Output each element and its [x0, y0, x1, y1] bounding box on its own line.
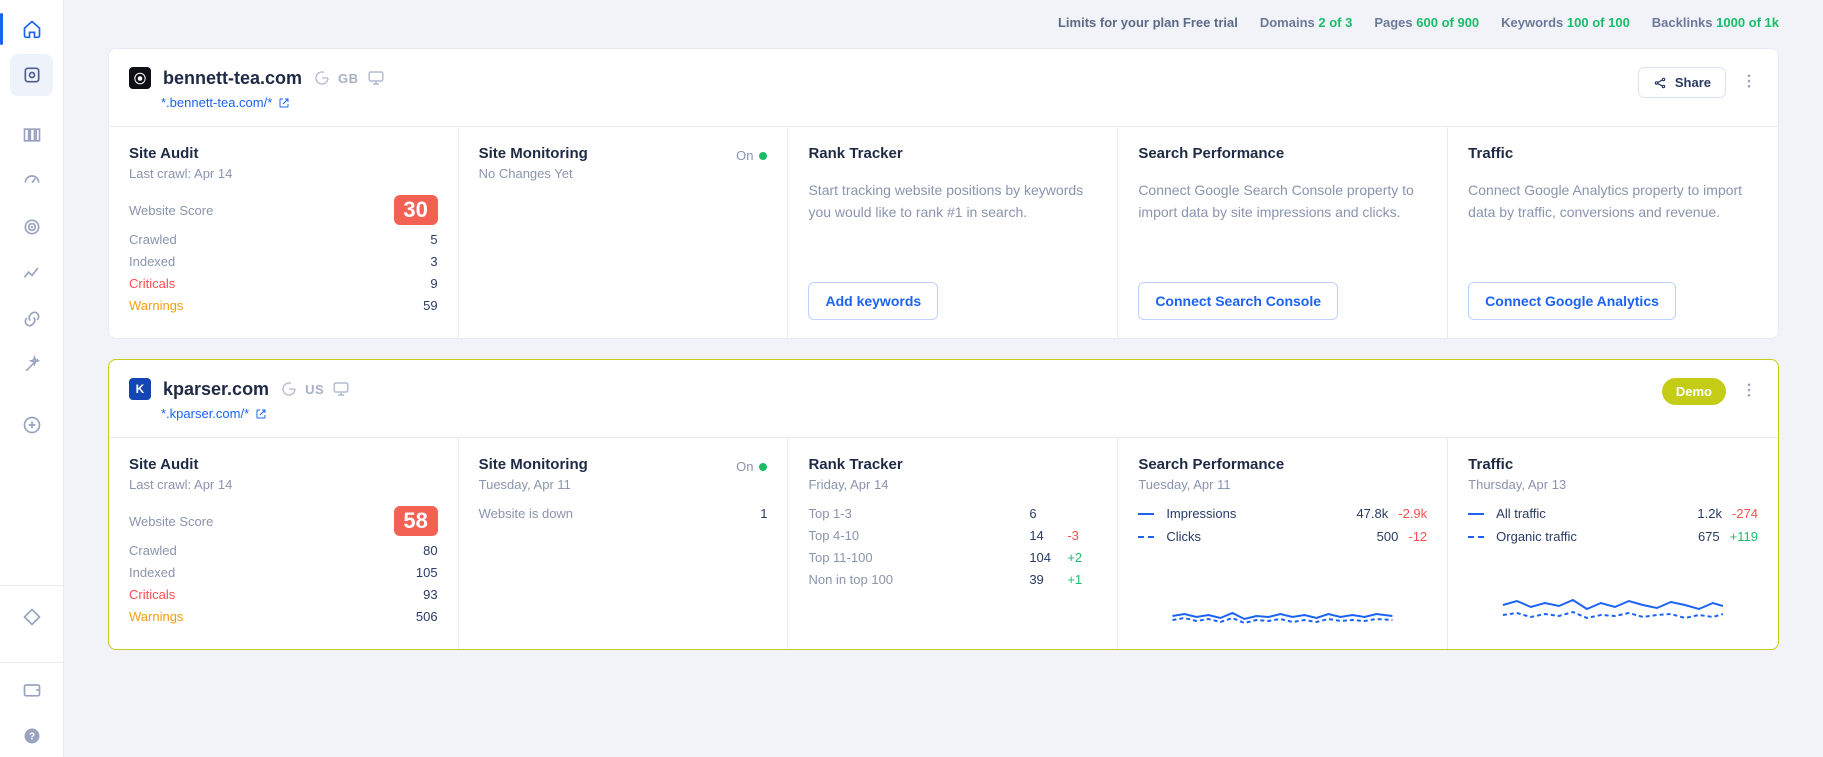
domain-name: kparser.com [163, 379, 269, 400]
panel-subtitle: Tuesday, Apr 11 [479, 477, 768, 492]
domain-meta: US [281, 380, 350, 398]
traffic-chart [1468, 593, 1758, 631]
main-content: Limits for your plan Free trial Domains … [64, 0, 1823, 757]
connect-google-analytics-button[interactable]: Connect Google Analytics [1468, 282, 1676, 320]
share-button[interactable]: Share [1638, 67, 1726, 98]
panel-subtitle: Last crawl: Apr 14 [129, 166, 438, 181]
rank-tracker-panel: Rank Tracker Start tracking website posi… [788, 127, 1118, 338]
panel-title: Site Monitoring [479, 456, 588, 473]
limits-domains: Domains 2 of 3 [1260, 15, 1353, 30]
panel-title: Site Monitoring [479, 145, 588, 162]
external-link-icon [278, 97, 290, 109]
desktop-icon [332, 380, 350, 398]
connect-search-console-button[interactable]: Connect Search Console [1138, 282, 1338, 320]
project-card: K kparser.com US *.kparser.com/* [108, 359, 1779, 650]
all-traffic-row: All traffic1.2k-274 [1468, 506, 1758, 521]
search-performance-panel: Search Performance Tuesday, Apr 11 Impre… [1118, 438, 1448, 649]
line-legend-dashed-icon [1138, 536, 1154, 538]
limits-backlinks: Backlinks 1000 of 1k [1652, 15, 1779, 30]
traffic-panel: Traffic Connect Google Analytics propert… [1448, 127, 1778, 338]
site-audit-panel: Site Audit Last crawl: Apr 14 Website Sc… [109, 127, 459, 338]
traffic-panel: Traffic Thursday, Apr 13 All traffic1.2k… [1448, 438, 1778, 649]
nav-magic-icon[interactable] [0, 344, 63, 386]
line-legend-solid-icon [1468, 513, 1484, 515]
panel-title: Search Performance [1138, 145, 1427, 162]
domain-meta: GB [314, 69, 385, 87]
search-performance-panel: Search Performance Connect Google Search… [1118, 127, 1448, 338]
external-link-icon [255, 408, 267, 420]
desktop-icon [367, 69, 385, 87]
impressions-row: Impressions47.8k-2.9k [1138, 506, 1427, 521]
search-performance-chart [1138, 598, 1427, 631]
subdomain-link[interactable]: *.kparser.com/* [161, 406, 350, 421]
nav-speed-icon[interactable] [0, 160, 63, 202]
plan-limits: Limits for your plan Free trial Domains … [108, 15, 1779, 30]
country-code: GB [338, 71, 359, 86]
limits-keywords: Keywords 100 of 100 [1501, 15, 1630, 30]
panel-title: Site Audit [129, 145, 438, 162]
panel-subtitle: No Changes Yet [479, 166, 768, 181]
nav-project-icon[interactable] [10, 54, 53, 96]
website-score: 58 [394, 506, 438, 536]
line-legend-solid-icon [1138, 513, 1154, 515]
monitoring-status: On [736, 459, 767, 474]
subdomain-link[interactable]: *.bennett-tea.com/* [161, 95, 385, 110]
nav-trend-icon[interactable] [0, 252, 63, 294]
domain-name: bennett-tea.com [163, 68, 302, 89]
panel-title: Search Performance [1138, 456, 1427, 473]
panel-subtitle: Friday, Apr 14 [808, 477, 1097, 492]
rank-row: Top 1-36 [808, 506, 1097, 521]
panel-title: Traffic [1468, 145, 1758, 162]
panel-title: Traffic [1468, 456, 1758, 473]
left-nav: ? [0, 0, 64, 757]
favicon: ⦿ [129, 67, 151, 89]
panel-title: Rank Tracker [808, 456, 1097, 473]
google-icon [314, 70, 330, 86]
clicks-row: Clicks500-12 [1138, 529, 1427, 544]
card-menu-button[interactable] [1740, 381, 1758, 402]
svg-text:?: ? [28, 731, 34, 742]
rank-row: Top 11-100104+2 [808, 550, 1097, 565]
project-card: ⦿ bennett-tea.com GB *.bennett-tea.com/* [108, 48, 1779, 339]
nav-add-icon[interactable] [0, 404, 63, 446]
rank-row: Non in top 10039+1 [808, 572, 1097, 587]
demo-badge: Demo [1662, 378, 1726, 405]
nav-radar-icon[interactable] [0, 206, 63, 248]
country-code: US [305, 382, 324, 397]
website-score: 30 [394, 195, 438, 225]
site-audit-panel: Site Audit Last crawl: Apr 14 Website Sc… [109, 438, 459, 649]
panel-description: Start tracking website positions by keyw… [808, 180, 1097, 223]
site-monitoring-panel: Site Monitoring On Tuesday, Apr 11 Websi… [459, 438, 789, 649]
panel-description: Connect Google Search Console property t… [1138, 180, 1427, 223]
line-legend-dashed-icon [1468, 536, 1484, 538]
rank-row: Top 4-1014-3 [808, 528, 1097, 543]
limits-lead: Limits for your plan Free trial [1058, 15, 1238, 30]
rank-tracker-panel: Rank Tracker Friday, Apr 14 Top 1-36 Top… [788, 438, 1118, 649]
nav-columns-icon[interactable] [0, 114, 63, 156]
panel-title: Site Audit [129, 456, 438, 473]
active-indicator [0, 13, 3, 45]
share-icon [1653, 76, 1667, 90]
panel-title: Rank Tracker [808, 145, 1097, 162]
nav-diamond-icon[interactable] [0, 596, 63, 638]
card-menu-button[interactable] [1740, 72, 1758, 93]
panel-subtitle: Tuesday, Apr 11 [1138, 477, 1427, 492]
nav-wallet-icon[interactable] [0, 669, 63, 711]
google-icon [281, 381, 297, 397]
panel-description: Connect Google Analytics property to imp… [1468, 180, 1758, 223]
nav-link-icon[interactable] [0, 298, 63, 340]
limits-pages: Pages 600 of 900 [1374, 15, 1479, 30]
monitoring-status: On [736, 148, 767, 163]
panel-subtitle: Thursday, Apr 13 [1468, 477, 1758, 492]
favicon: K [129, 378, 151, 400]
add-keywords-button[interactable]: Add keywords [808, 282, 938, 320]
site-monitoring-panel: Site Monitoring On No Changes Yet [459, 127, 789, 338]
panel-subtitle: Last crawl: Apr 14 [129, 477, 438, 492]
organic-traffic-row: Organic traffic675+119 [1468, 529, 1758, 544]
nav-help-icon[interactable]: ? [0, 715, 63, 757]
nav-home-icon[interactable] [0, 8, 63, 50]
